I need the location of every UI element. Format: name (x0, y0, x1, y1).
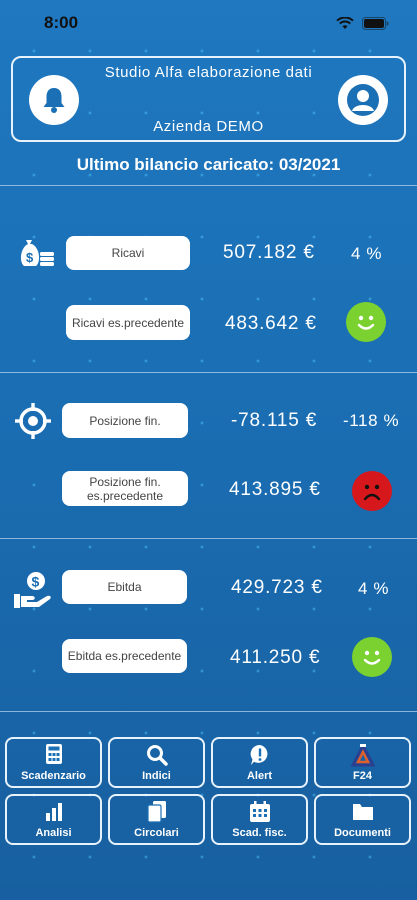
menu-circolari-button[interactable]: Circolari (108, 794, 205, 845)
metric-label-button[interactable]: Posizione fin. (62, 403, 188, 438)
bell-icon (43, 88, 65, 113)
wifi-icon (336, 16, 354, 29)
hand-coin-icon: $ (12, 569, 54, 611)
menu-label: F24 (353, 770, 372, 782)
trend-happy-icon (352, 637, 392, 677)
metric-section-ricavi: $ Ricavi 507.182 € 4 % Ricavi es.precede… (0, 186, 417, 374)
documents-icon (146, 801, 166, 823)
company-name: Azienda DEMO (153, 118, 264, 135)
calculator-icon (45, 744, 62, 764)
target-icon (13, 401, 53, 441)
menu-f24-button[interactable]: F24 (314, 737, 411, 788)
battery-icon (362, 16, 389, 30)
profile-button[interactable] (338, 75, 388, 125)
menu-analisi-button[interactable]: Analisi (5, 794, 102, 845)
menu-documenti-button[interactable]: Documenti (314, 794, 411, 845)
f24-logo-icon (350, 744, 375, 767)
metric-percent: -118 % (343, 411, 400, 430)
menu-label: Circolari (134, 827, 179, 839)
metric-amount: -78.115 € (231, 410, 318, 431)
user-icon (347, 84, 379, 116)
menu-scadenzario-button[interactable]: Scadenzario (5, 737, 102, 788)
alert-icon (250, 744, 267, 765)
last-balance-title: Ultimo bilancio caricato: 03/2021 (76, 155, 341, 174)
svg-text:$: $ (26, 250, 34, 265)
metric-label-button[interactable]: Ricavi (66, 236, 190, 270)
metric-prev-label-button[interactable]: Ebitda es.precedente (62, 639, 187, 673)
metric-section-posizione: Posizione fin. -78.115 € -118 % Posizion… (0, 373, 417, 539)
status-time: 8:00 (44, 13, 79, 32)
menu-label: Analisi (35, 827, 72, 839)
svg-text:$: $ (32, 574, 40, 590)
notifications-button[interactable] (29, 75, 79, 125)
trend-happy-icon (346, 302, 386, 342)
status-bar: 8:00 (0, 0, 417, 46)
metric-amount: 429.723 € (231, 577, 323, 598)
menu-indici-button[interactable]: Indici (108, 737, 205, 788)
metric-prev-label-button[interactable]: Posizione fin. es.precedente (62, 471, 188, 506)
header-card: Studio Alfa elaborazione dati Azienda DE… (11, 56, 406, 142)
menu-scad-fisc-button[interactable]: Scad. fisc. (211, 794, 308, 845)
metric-percent: 4 % (358, 579, 390, 598)
search-icon (146, 745, 168, 766)
money-bag-icon: $ (16, 232, 56, 272)
menu-label: Documenti (334, 827, 391, 839)
bar-chart-icon (45, 803, 62, 821)
metric-amount: 507.182 € (223, 242, 315, 263)
metric-prev-label-button[interactable]: Ricavi es.precedente (66, 305, 190, 340)
menu-label: Scadenzario (21, 770, 86, 782)
divider (0, 711, 417, 712)
studio-name: Studio Alfa elaborazione dati (104, 64, 313, 81)
menu-label: Alert (246, 770, 273, 782)
metric-section-ebitda: $ Ebitda 429.723 € 4 % Ebitda es.precede… (0, 539, 417, 711)
metric-label-button[interactable]: Ebitda (62, 570, 187, 604)
menu-alert-button[interactable]: Alert (211, 737, 308, 788)
trend-sad-icon (352, 471, 392, 511)
metric-prev-amount: 413.895 € (229, 479, 321, 500)
menu-label: Scad. fisc. (232, 827, 287, 839)
calendar-icon (249, 801, 270, 822)
metric-percent: 4 % (351, 244, 383, 263)
folder-icon (352, 804, 373, 820)
menu-label: Indici (142, 770, 171, 782)
metric-prev-amount: 483.642 € (225, 313, 317, 334)
metric-prev-amount: 411.250 € (230, 647, 321, 668)
status-icons (336, 16, 389, 30)
